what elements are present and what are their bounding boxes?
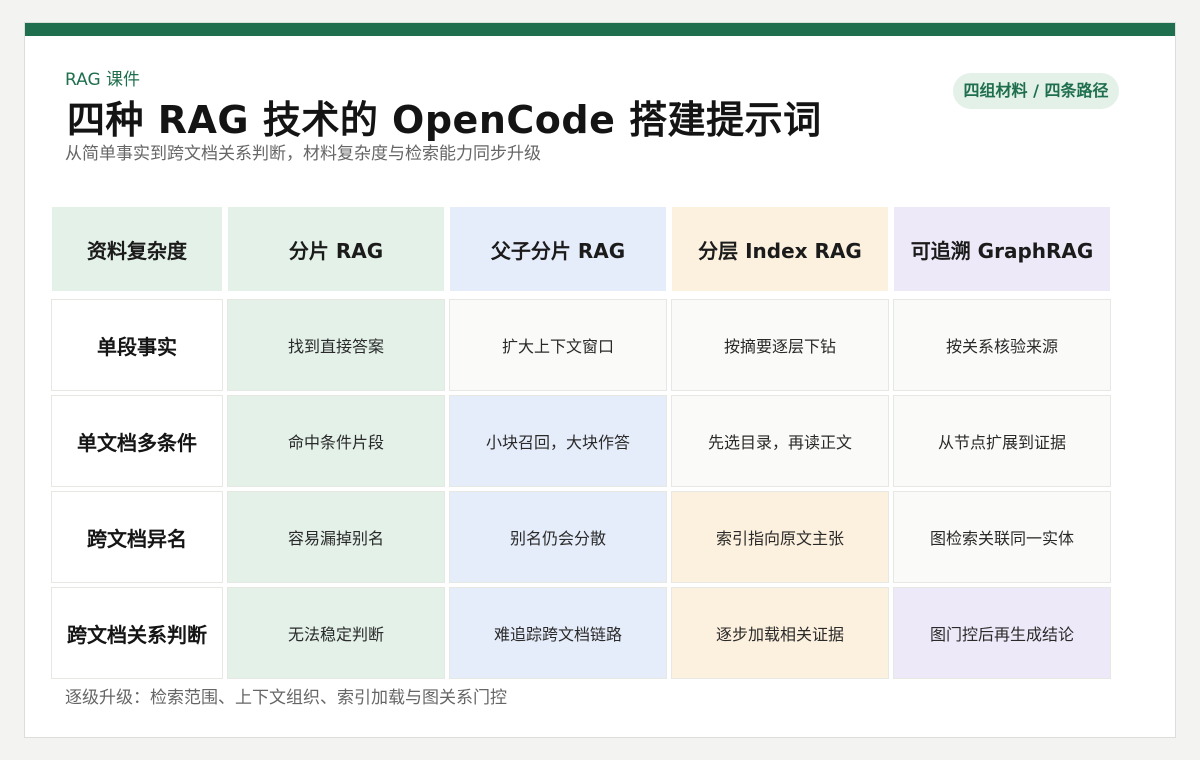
table-cell: 别名仍会分散 — [449, 491, 667, 583]
table-cell: 索引指向原文主张 — [671, 491, 889, 583]
table-cell: 按关系核验来源 — [893, 299, 1111, 391]
footer-note: 逐级升级：检索范围、上下文组织、索引加载与图关系门控 — [65, 688, 507, 708]
row-header-cross-doc-relation: 跨文档关系判断 — [51, 587, 223, 679]
kicker-label: RAG 课件 — [65, 70, 141, 90]
table-cell: 扩大上下文窗口 — [449, 299, 667, 391]
slide-card: RAG 课件 四种 RAG 技术的 OpenCode 搭建提示词 从简单事实到跨… — [24, 22, 1176, 738]
table-cell: 找到直接答案 — [227, 299, 445, 391]
table-cell: 先选目录，再读正文 — [671, 395, 889, 487]
column-header-hierarchical-index-rag: 分层 Index RAG — [671, 206, 889, 292]
table-cell: 逐步加载相关证据 — [671, 587, 889, 679]
row-header-single-doc-multi-condition: 单文档多条件 — [51, 395, 223, 487]
table-cell: 无法稳定判断 — [227, 587, 445, 679]
column-header-graphrag: 可追溯 GraphRAG — [893, 206, 1111, 292]
table-cell: 图检索关联同一实体 — [893, 491, 1111, 583]
table-cell: 容易漏掉别名 — [227, 491, 445, 583]
column-header-chunk-rag: 分片 RAG — [227, 206, 445, 292]
row-header-single-fact: 单段事实 — [51, 299, 223, 391]
page-title: 四种 RAG 技术的 OpenCode 搭建提示词 — [67, 98, 822, 142]
table-cell: 从节点扩展到证据 — [893, 395, 1111, 487]
table-cell: 小块召回，大块作答 — [449, 395, 667, 487]
table-cell: 按摘要逐层下钻 — [671, 299, 889, 391]
top-accent-bar — [25, 23, 1175, 36]
table-cell: 图门控后再生成结论 — [893, 587, 1111, 679]
table-corner-header: 资料复杂度 — [51, 206, 223, 292]
row-header-cross-doc-alias: 跨文档异名 — [51, 491, 223, 583]
column-header-parent-child-rag: 父子分片 RAG — [449, 206, 667, 292]
table-cell: 难追踪跨文档链路 — [449, 587, 667, 679]
summary-badge: 四组材料 / 四条路径 — [953, 73, 1119, 109]
page-subtitle: 从简单事实到跨文档关系判断，材料复杂度与检索能力同步升级 — [65, 144, 541, 164]
table-cell: 命中条件片段 — [227, 395, 445, 487]
